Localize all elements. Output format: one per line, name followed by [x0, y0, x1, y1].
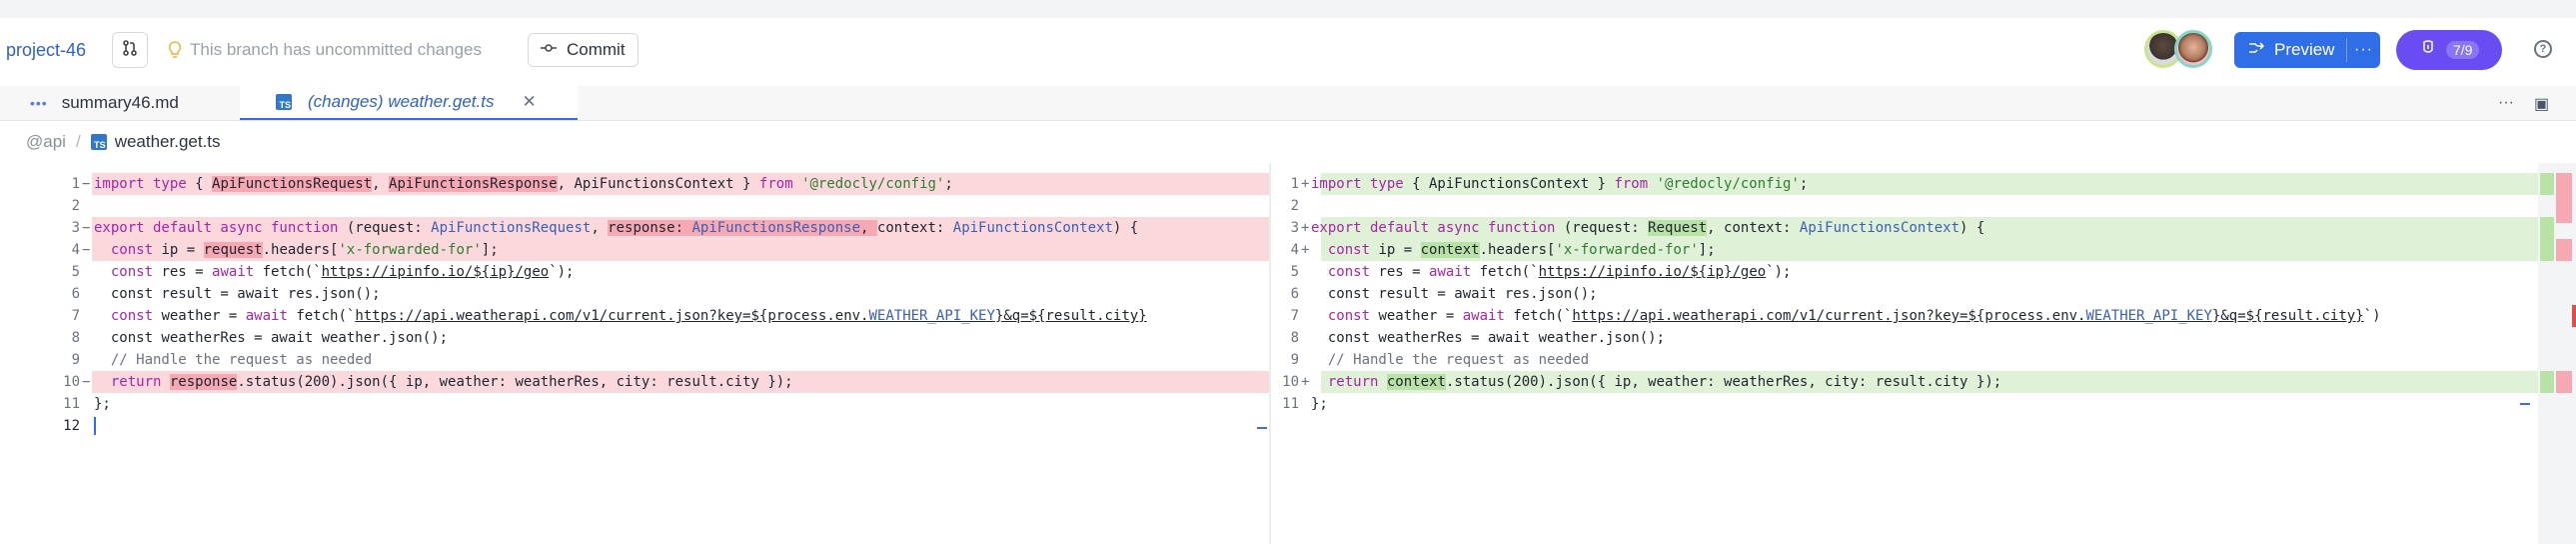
toolbar: project-46 This branch has uncommitted c… [0, 18, 2576, 86]
diff-line: 12 [0, 415, 1269, 437]
editor-tabs: ••• summary46.md TS (changes) weather.ge… [0, 86, 2576, 121]
diff-line: 11 }; [1282, 396, 1328, 412]
diff-line: 10 − return response.status(200).json({ … [0, 371, 1269, 393]
preview-button[interactable]: Preview ··· [2234, 32, 2380, 68]
typescript-icon: TS [276, 94, 292, 110]
breadcrumb-file[interactable]: TS weather.get.ts [90, 132, 221, 152]
diff-line: 3 − export default async function (reque… [0, 217, 1269, 239]
breadcrumb-separator: / [75, 132, 81, 151]
diff-line: 1 + import type { ApiFunctionsContext } … [1271, 173, 2576, 195]
diff-line: 5 const res = await fetch(`https://ipinf… [71, 264, 575, 280]
preview-icon [2248, 40, 2265, 60]
diff-line: 5 const res = await fetch(`https://ipinf… [1290, 264, 1792, 280]
tabs-more-button[interactable]: ··· [2498, 94, 2514, 112]
diff-line: 9 // Handle the request as needed [1290, 352, 1590, 368]
diff-line: 8 const weatherRes = await weather.json(… [1290, 330, 1666, 346]
collaborator-avatars [2144, 28, 2224, 72]
lightbulb-icon [168, 41, 182, 59]
typescript-icon: TS [90, 134, 107, 150]
diff-line: 4 − const ip = request.headers['x-forwar… [0, 239, 1269, 261]
markdown-icon: ••• [30, 95, 48, 111]
breadcrumb: @api / TS weather.get.ts [0, 121, 2576, 163]
diff-line: 11 }; [63, 396, 111, 412]
sparkle-icon [2420, 39, 2436, 62]
diff-line: 1 − import type { ApiFunctionsRequest, A… [0, 173, 1269, 195]
branch-button[interactable] [112, 32, 148, 68]
avatar[interactable] [2174, 30, 2212, 68]
preview-more-button[interactable]: ··· [2347, 41, 2380, 59]
diff-line: 2 [71, 198, 80, 214]
ai-count-badge: 7/9 [2446, 41, 2480, 59]
diff-line: 2 [1290, 198, 1299, 214]
diff-line: 8 const weatherRes = await weather.json(… [71, 330, 449, 346]
tab-weather-get-ts-changes[interactable]: TS (changes) weather.get.ts ✕ [240, 86, 578, 120]
diff-line: 9 // Handle the request as needed [71, 352, 373, 368]
preview-label: Preview [2274, 40, 2335, 59]
diff-line: 4 + const ip = context.headers['x-forwar… [1271, 239, 2576, 261]
split-view-icon[interactable]: ▣ [2534, 94, 2549, 114]
commit-icon [541, 41, 557, 59]
diff-left-pane[interactable]: 1 − import type { ApiFunctionsRequest, A… [0, 163, 1269, 544]
commit-label: Commit [567, 40, 626, 59]
warning-text: This branch has uncommitted changes [190, 40, 482, 59]
diff-right-pane[interactable]: 1 + import type { ApiFunctionsContext } … [1271, 163, 2576, 544]
commit-button[interactable]: Commit [528, 33, 639, 67]
diff-line: 3 + export default async function (reque… [1271, 217, 2576, 239]
ai-assistant-button[interactable]: 7/9 [2396, 30, 2502, 70]
breadcrumb-file-label: weather.get.ts [114, 132, 221, 151]
text-cursor [94, 417, 96, 435]
diff-line: 7 const weather = await fetch(`https://a… [71, 308, 1147, 324]
help-icon[interactable]: ? [2534, 40, 2552, 58]
scroll-marker [2520, 403, 2530, 405]
breadcrumb-folder[interactable]: @api [26, 132, 66, 152]
window-top-strip [0, 0, 2576, 19]
diff-line: 6 const result = await res.json(); [1290, 286, 1598, 302]
tab-summary46-md[interactable]: ••• summary46.md [0, 86, 240, 120]
diff-line: 10 + return context.status(200).json({ i… [1271, 371, 2576, 393]
tab-label: summary46.md [61, 93, 179, 112]
close-icon[interactable]: ✕ [522, 92, 536, 112]
diff-line: 6 const result = await res.json(); [71, 286, 381, 302]
diff-overview-ruler[interactable] [2538, 163, 2576, 544]
uncommitted-warning: This branch has uncommitted changes [168, 40, 482, 60]
tab-label: (changes) weather.get.ts [308, 92, 495, 111]
scroll-marker [1257, 427, 1267, 429]
diff-line: 7 const weather = await fetch(`https://a… [1290, 308, 2381, 324]
git-branch-icon [121, 39, 139, 62]
project-name[interactable]: project-46 [6, 40, 86, 61]
